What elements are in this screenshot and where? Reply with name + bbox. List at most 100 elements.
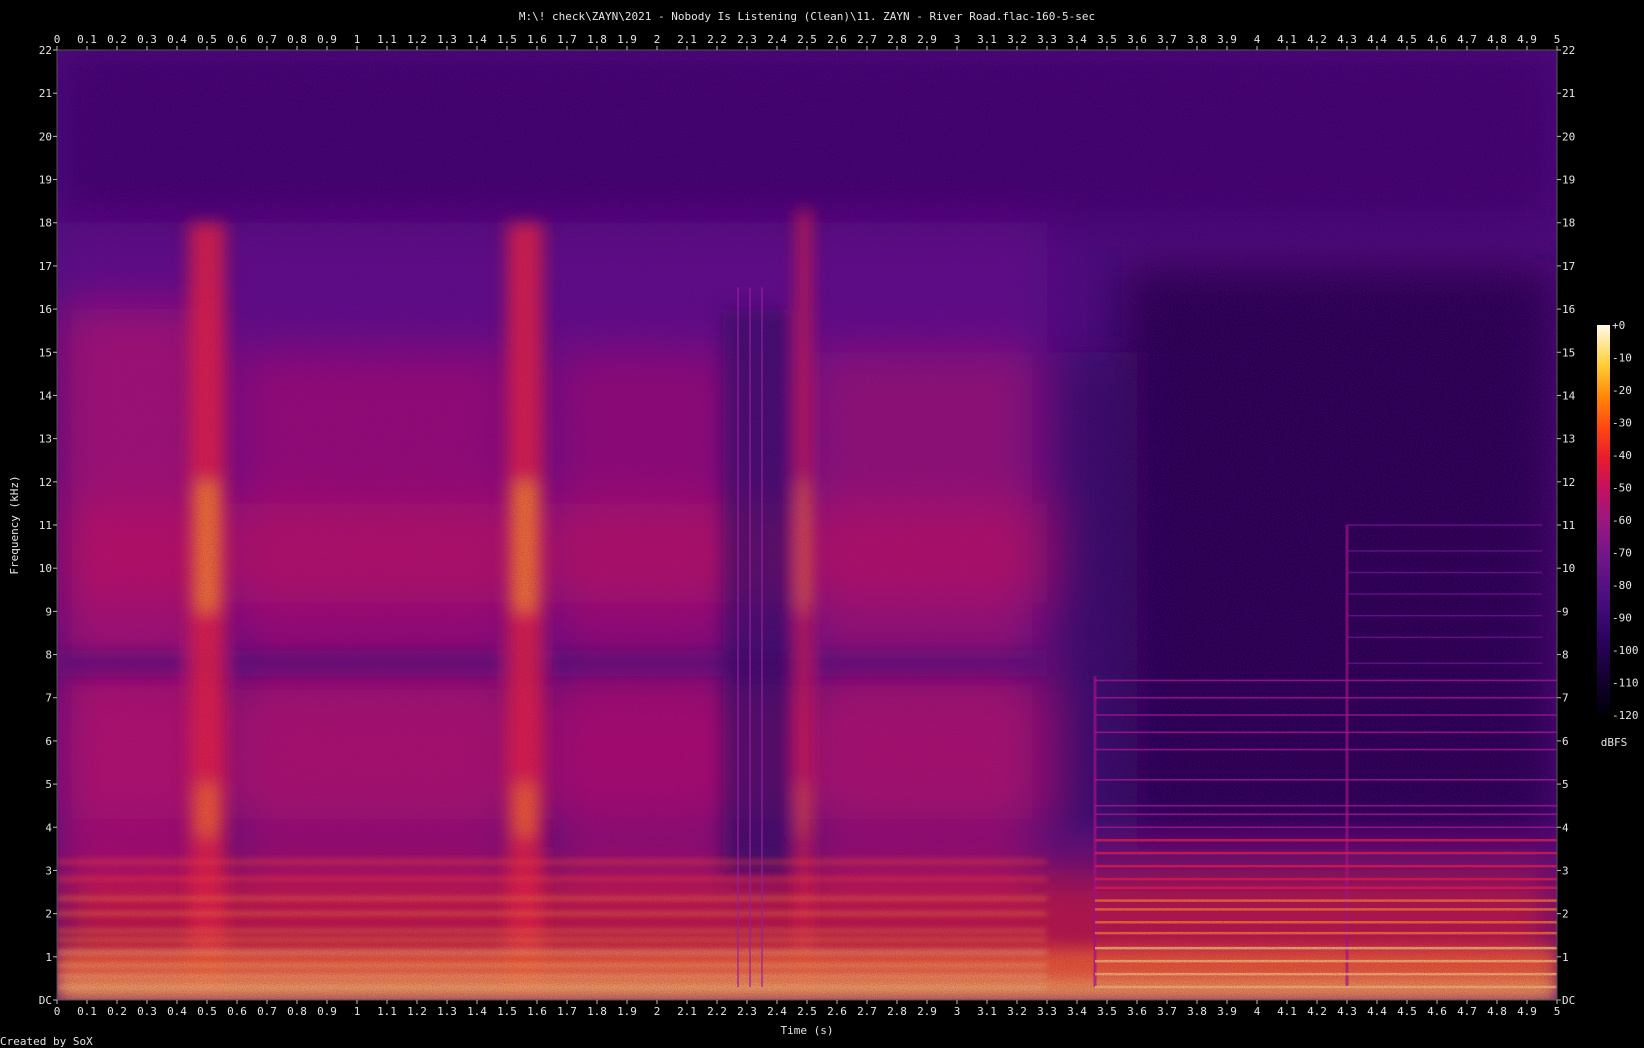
x-tick-bottom-label: 3.7 bbox=[1157, 1005, 1177, 1018]
x-tick-top-label: 3.2 bbox=[1007, 33, 1027, 46]
colorbar-tick-label: -110 bbox=[1612, 677, 1639, 690]
x-tick-bottom-label: 4.5 bbox=[1397, 1005, 1417, 1018]
y-tick-left-label: 13 bbox=[39, 433, 52, 446]
x-tick-top-label: 2.6 bbox=[827, 33, 847, 46]
x-tick-top-label: 1.9 bbox=[617, 33, 637, 46]
y-tick-right-label: 15 bbox=[1562, 346, 1575, 359]
x-tick-top-label: 2.3 bbox=[737, 33, 757, 46]
y-tick-left-label: 19 bbox=[39, 174, 52, 187]
x-tick-bottom-label: 0.6 bbox=[227, 1005, 247, 1018]
x-tick-bottom-label: 4.7 bbox=[1457, 1005, 1477, 1018]
x-tick-top-label: 2.1 bbox=[677, 33, 697, 46]
x-tick-bottom-label: 3.4 bbox=[1067, 1005, 1087, 1018]
x-tick-top-label: 4.5 bbox=[1397, 33, 1417, 46]
x-tick-bottom-label: 1.6 bbox=[527, 1005, 547, 1018]
x-tick-top-label: 1.7 bbox=[557, 33, 577, 46]
x-tick-top-label: 1.8 bbox=[587, 33, 607, 46]
x-tick-bottom-label: 5 bbox=[1554, 1005, 1561, 1018]
y-tick-right-label: 18 bbox=[1562, 217, 1575, 230]
x-tick-top-label: 1 bbox=[354, 33, 361, 46]
y-tick-right-label: 16 bbox=[1562, 303, 1575, 316]
y-tick-left-label: 22 bbox=[39, 44, 52, 57]
x-tick-bottom-label: 3.2 bbox=[1007, 1005, 1027, 1018]
x-tick-bottom-label: 0 bbox=[54, 1005, 61, 1018]
colorbar-tick-label: -100 bbox=[1612, 644, 1639, 657]
y-tick-left-label: 20 bbox=[39, 130, 52, 143]
y-tick-right-label: 1 bbox=[1562, 951, 1569, 964]
x-tick-bottom-label: 1.8 bbox=[587, 1005, 607, 1018]
colorbar-tick-label: -10 bbox=[1612, 352, 1632, 365]
x-tick-bottom-label: 1.2 bbox=[407, 1005, 427, 1018]
x-tick-top-label: 4.8 bbox=[1487, 33, 1507, 46]
x-axis-label: Time (s) bbox=[781, 1024, 834, 1037]
y-tick-right-label: 9 bbox=[1562, 605, 1569, 618]
colorbar-tick-label: -50 bbox=[1612, 482, 1632, 495]
x-tick-top-label: 3.4 bbox=[1067, 33, 1087, 46]
x-tick-top-label: 2.5 bbox=[797, 33, 817, 46]
y-tick-left-label: 14 bbox=[39, 389, 53, 402]
x-tick-bottom-label: 0.4 bbox=[167, 1005, 187, 1018]
y-tick-left-label: DC bbox=[39, 994, 52, 1007]
y-tick-right-label: 10 bbox=[1562, 562, 1575, 575]
x-tick-top-label: 3.1 bbox=[977, 33, 997, 46]
x-tick-top-label: 2.4 bbox=[767, 33, 787, 46]
x-tick-top-label: 2 bbox=[654, 33, 661, 46]
y-tick-right-label: 12 bbox=[1562, 476, 1575, 489]
y-tick-left-label: 5 bbox=[45, 778, 52, 791]
x-tick-bottom-label: 1.3 bbox=[437, 1005, 457, 1018]
x-tick-top-label: 0.6 bbox=[227, 33, 247, 46]
x-tick-bottom-label: 3.6 bbox=[1127, 1005, 1147, 1018]
x-tick-top-label: 0.3 bbox=[137, 33, 157, 46]
x-tick-bottom-label: 1.5 bbox=[497, 1005, 517, 1018]
y-tick-left-label: 16 bbox=[39, 303, 52, 316]
y-tick-right-label: 14 bbox=[1562, 389, 1576, 402]
x-tick-top-label: 4.9 bbox=[1517, 33, 1537, 46]
y-tick-right-label: 13 bbox=[1562, 433, 1575, 446]
colorbar-tick-label: -60 bbox=[1612, 514, 1632, 527]
y-tick-left-label: 6 bbox=[45, 735, 52, 748]
x-tick-top-label: 2.2 bbox=[707, 33, 727, 46]
x-tick-top-label: 3.8 bbox=[1187, 33, 1207, 46]
y-tick-right-label: 21 bbox=[1562, 87, 1575, 100]
x-tick-top-label: 4.1 bbox=[1277, 33, 1297, 46]
x-tick-bottom-label: 3.9 bbox=[1217, 1005, 1237, 1018]
x-tick-bottom-label: 2.1 bbox=[677, 1005, 697, 1018]
colorbar-tick-label: -30 bbox=[1612, 417, 1632, 430]
x-tick-bottom-label: 1.7 bbox=[557, 1005, 577, 1018]
x-tick-top-label: 0.7 bbox=[257, 33, 277, 46]
x-tick-top-label: 4.6 bbox=[1427, 33, 1447, 46]
x-tick-top-label: 0.2 bbox=[107, 33, 127, 46]
y-tick-right-label: 19 bbox=[1562, 174, 1575, 187]
x-tick-top-label: 3.3 bbox=[1037, 33, 1057, 46]
y-tick-right-label: 22 bbox=[1562, 44, 1575, 57]
x-tick-top-label: 1.3 bbox=[437, 33, 457, 46]
y-axis-right: DC12345678910111213141516171819202122 bbox=[1557, 44, 1576, 1007]
x-tick-top-label: 2.7 bbox=[857, 33, 877, 46]
x-tick-bottom-label: 2.2 bbox=[707, 1005, 727, 1018]
x-tick-top-label: 1.4 bbox=[467, 33, 487, 46]
colorbar bbox=[1597, 325, 1610, 715]
noise-texture bbox=[57, 50, 1557, 1000]
x-tick-bottom-label: 2.9 bbox=[917, 1005, 937, 1018]
y-axis-left: DC12345678910111213141516171819202122 bbox=[39, 44, 57, 1007]
x-tick-top-label: 1.1 bbox=[377, 33, 397, 46]
spectrogram-figure: M:\! check\ZAYN\2021 - Nobody Is Listeni… bbox=[0, 10, 1639, 1048]
y-tick-right-label: 17 bbox=[1562, 260, 1575, 273]
x-tick-top-label: 4.3 bbox=[1337, 33, 1357, 46]
x-tick-bottom-label: 4.2 bbox=[1307, 1005, 1327, 1018]
x-tick-top-label: 1.2 bbox=[407, 33, 427, 46]
x-tick-bottom-label: 0.8 bbox=[287, 1005, 307, 1018]
x-tick-top-label: 4.4 bbox=[1367, 33, 1387, 46]
x-tick-bottom-label: 4.1 bbox=[1277, 1005, 1297, 1018]
y-tick-right-label: 8 bbox=[1562, 649, 1569, 662]
x-tick-bottom-label: 1.4 bbox=[467, 1005, 487, 1018]
x-tick-bottom-label: 1.1 bbox=[377, 1005, 397, 1018]
x-axis-top: 0 0.1 0.2 0.3 0.4 0.5 0.6 0.7 0.8 0.9 1 1.1 1.2 1.3 1.… bbox=[54, 33, 1560, 50]
x-tick-bottom-label: 2.4 bbox=[767, 1005, 787, 1018]
x-tick-top-label: 3.5 bbox=[1097, 33, 1117, 46]
y-tick-left-label: 11 bbox=[39, 519, 52, 532]
x-tick-top-label: 2.8 bbox=[887, 33, 907, 46]
x-tick-bottom-label: 3.1 bbox=[977, 1005, 997, 1018]
y-tick-left-label: 17 bbox=[39, 260, 52, 273]
x-tick-bottom-label: 1 bbox=[354, 1005, 361, 1018]
